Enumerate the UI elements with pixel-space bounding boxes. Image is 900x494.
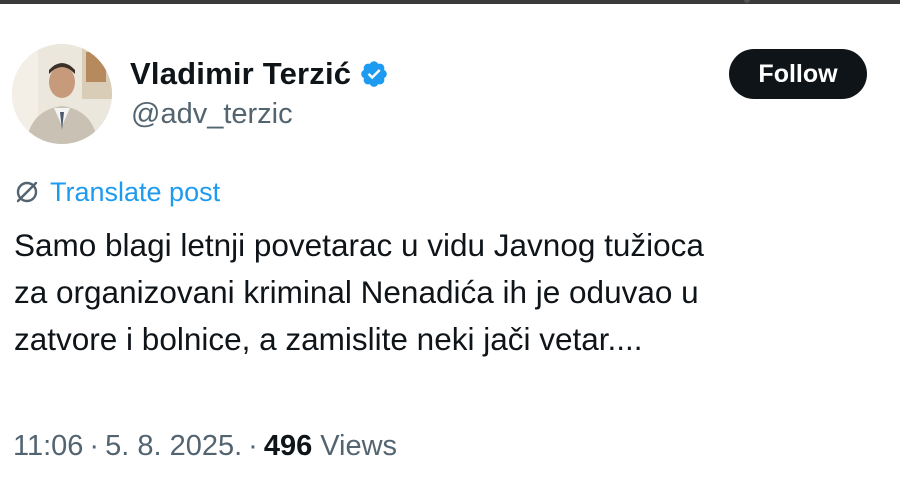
globe-icon [14,179,40,205]
post-text-line: zatvore i bolnice, a zamislite neki jači… [14,321,643,357]
author-handle[interactable]: @adv_terzic [131,98,293,131]
post-text-line: za organizovani kriminal Nenadića ih je … [14,274,699,310]
meta-separator: · [248,429,258,462]
views-label: Views [320,429,398,462]
post-text-line: Samo blagi letnji povetarac u vidu Javno… [14,227,704,263]
author-name-row: Vladimir Terzić [130,54,389,94]
author-display-name[interactable]: Vladimir Terzić [130,56,351,92]
views-count: 496 [263,429,313,462]
profile-photo [12,44,112,144]
translate-post-link[interactable]: Translate post [14,172,220,212]
top-edge-bar [0,0,900,4]
translate-post-label: Translate post [50,176,221,207]
top-edge-mark [744,0,750,3]
post-text: Samo blagi letnji povetarac u vidu Javno… [14,222,894,363]
follow-button[interactable]: Follow [729,49,867,99]
avatar[interactable] [12,44,112,144]
meta-separator: · [89,429,100,462]
post-time[interactable]: 11:06 [13,430,83,463]
post-date[interactable]: 5. 8. 2025. [105,430,242,463]
verified-badge-icon [359,59,389,89]
post-meta: 11:06 · 5. 8. 2025. · 496 Views [13,424,397,468]
